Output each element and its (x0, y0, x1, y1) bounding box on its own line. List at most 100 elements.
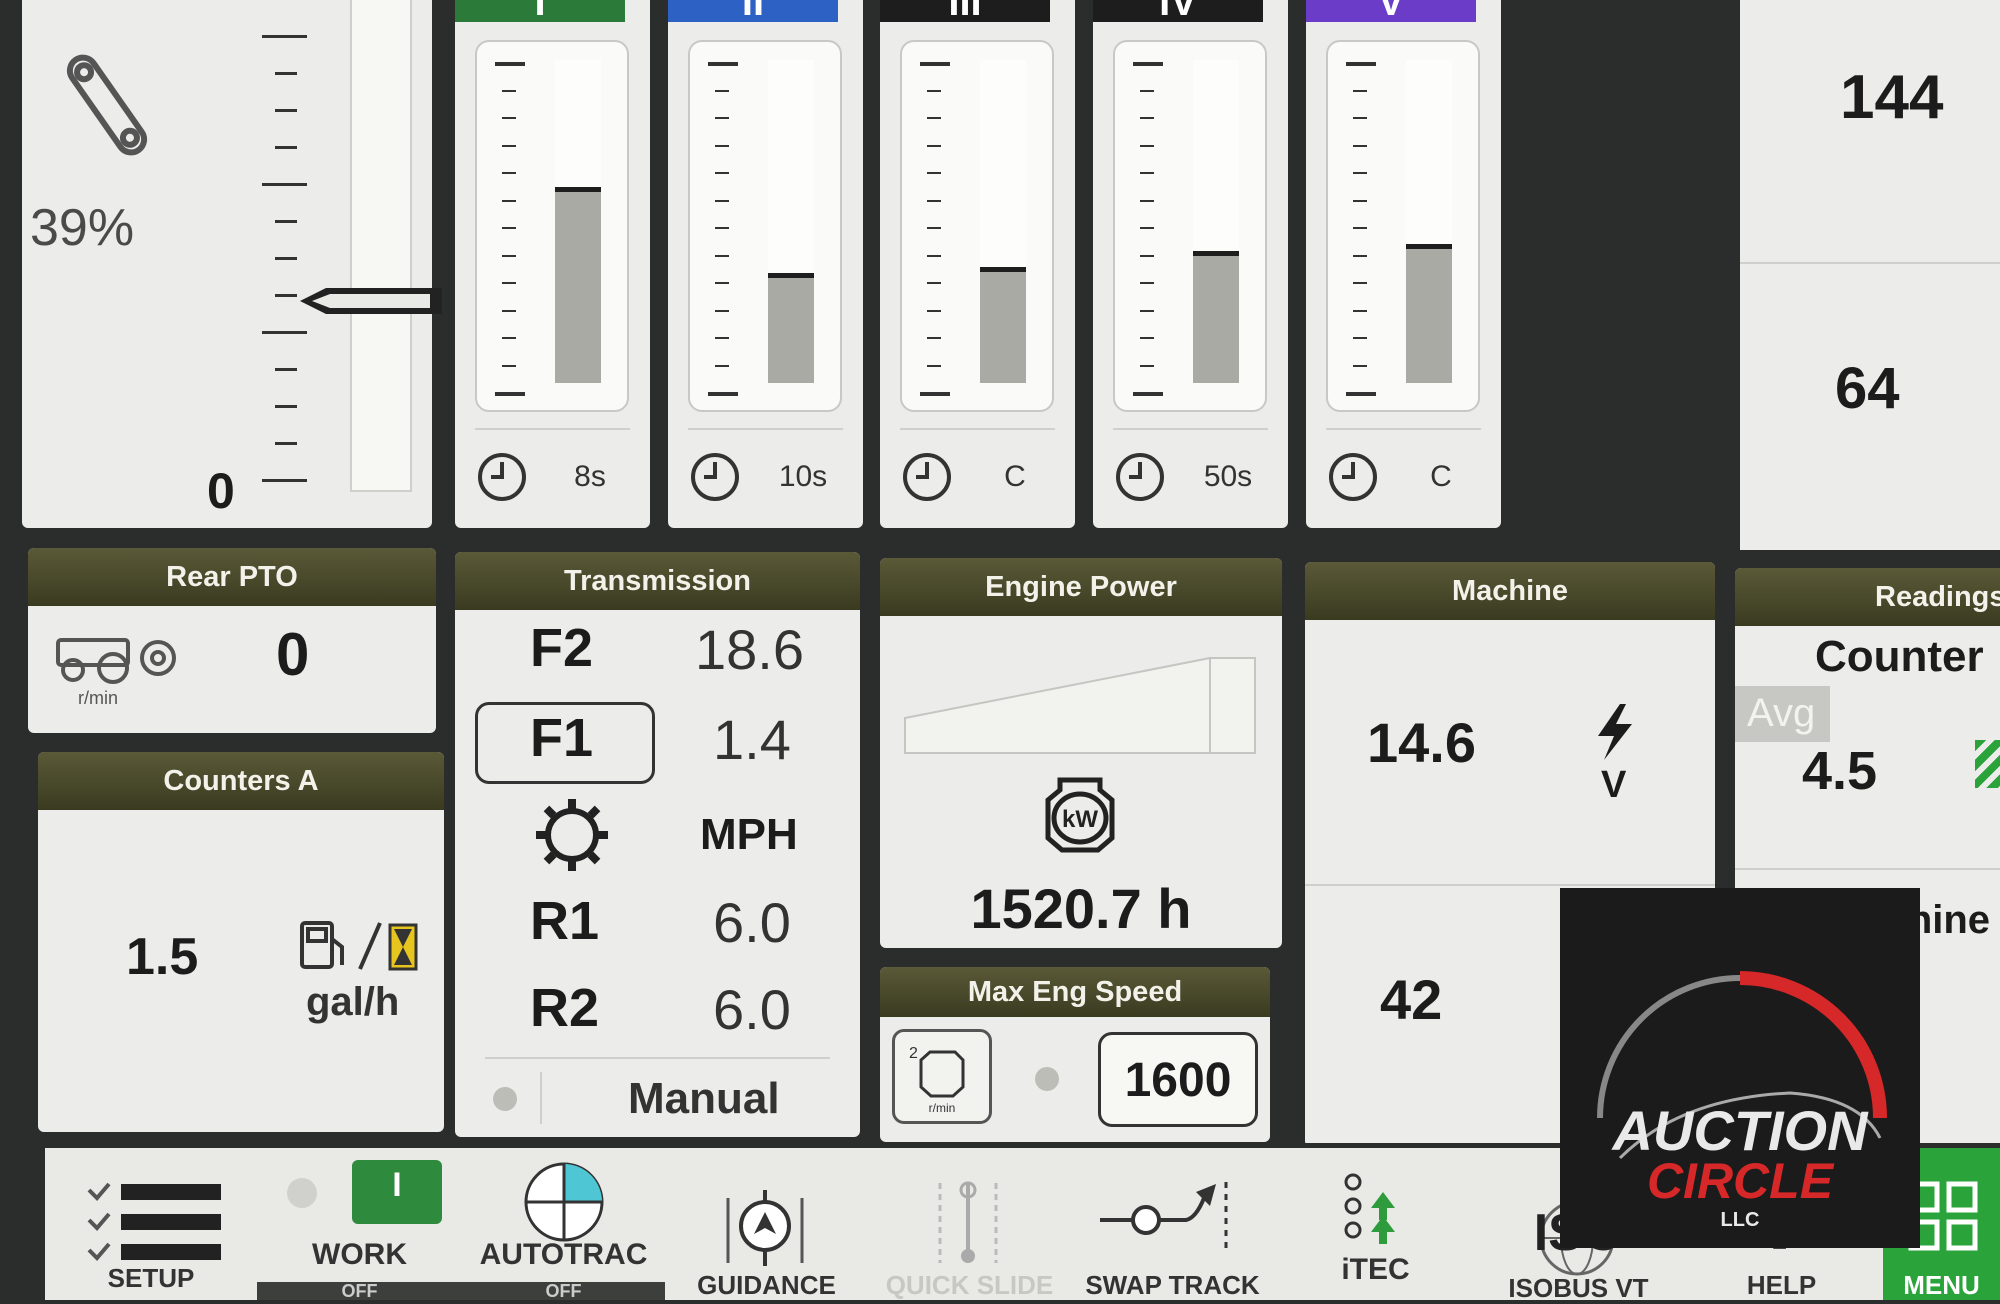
gauge-tick (1346, 392, 1376, 396)
gauge-tick (1353, 254, 1367, 257)
remote-valve-number: IV (1159, 0, 1197, 22)
remote-valve-tab: IV (1093, 0, 1263, 22)
gauge-tick (1140, 309, 1154, 312)
swap-track-button[interactable]: SWAP TRACK (1071, 1148, 1277, 1300)
remote-valve-2[interactable]: II 10s (668, 0, 863, 528)
valve-flow-gauge (1113, 40, 1267, 412)
scale-tick (262, 331, 307, 334)
gear-label: R2 (530, 978, 600, 1038)
right-top-panel: 144 64 (1740, 0, 2000, 550)
gauge-tick (715, 89, 729, 92)
right-top-value: 144 (1840, 63, 1944, 132)
timer-clock-icon (903, 453, 951, 501)
timer-clock-icon (478, 453, 526, 501)
remote-valve-number: I (534, 0, 546, 22)
scale-tick (275, 405, 297, 408)
gauge-tick (1353, 172, 1367, 174)
scale-tick (262, 35, 307, 38)
valve-flow-level (1193, 251, 1239, 383)
divider (485, 1057, 830, 1059)
guidance-button[interactable]: GUIDANCE (665, 1148, 871, 1300)
engine-power-panel[interactable]: Engine Power kW 1520.7 h (880, 558, 1282, 948)
isobus-label: ISOBUS VT (1508, 1273, 1649, 1303)
itec-label: iTEC (1341, 1253, 1410, 1286)
rear-pto-panel[interactable]: Rear PTO r/min 0 (28, 548, 436, 733)
gauge-tick (1140, 144, 1154, 147)
engine-kw-icon: kW (1045, 777, 1115, 853)
gauge-tick (927, 144, 941, 147)
gauge-tick (1140, 227, 1154, 229)
quick-slide-label: QUICK SLIDE (885, 1270, 1054, 1300)
help-label: HELP (1746, 1270, 1817, 1300)
throttle-zero-label: 0 (207, 463, 235, 519)
remote-valve-1[interactable]: I 8s (455, 0, 650, 528)
readings-counter-label: Counter (1815, 632, 1984, 681)
gauge-tick (502, 172, 516, 174)
setup-button[interactable]: SETUP (45, 1148, 260, 1300)
work-button[interactable]: I WORK OFF (257, 1148, 465, 1300)
gauge-tick (1353, 364, 1367, 367)
remote-valve-4[interactable]: IV 50s (1093, 0, 1288, 528)
gauge-tick (708, 392, 738, 396)
transmission-title: Transmission (455, 552, 860, 610)
gauge-tick (1140, 282, 1154, 284)
timer-clock-icon (1329, 453, 1377, 501)
gauge-tick (920, 392, 950, 396)
machine-title: Machine (1305, 562, 1715, 620)
max-speed-value: 1600 (1124, 1054, 1232, 1107)
timer-clock-icon (691, 453, 739, 501)
quick-slide-button[interactable]: QUICK SLIDE (868, 1148, 1074, 1300)
status-indicator (287, 1178, 317, 1208)
engine-speed-button[interactable]: 2 r/min (892, 1029, 992, 1124)
valve-timer: 10s (778, 460, 828, 493)
remote-valve-5[interactable]: VC (1306, 0, 1501, 528)
valve-flow-gauge (1326, 40, 1480, 412)
menu-label: MENU (1903, 1270, 1980, 1300)
gauge-tick (715, 227, 729, 229)
gauge-tick (1353, 89, 1367, 92)
gauge-tick (715, 282, 729, 284)
counters-a-unit: gal/h (306, 980, 400, 1024)
scale-tick (262, 183, 307, 186)
logo-line2: CIRCLE (1647, 1153, 1835, 1209)
autotrac-button[interactable]: AUTOTRAC OFF (462, 1148, 668, 1300)
counters-a-panel[interactable]: Counters A 1.5 gal/h (38, 752, 444, 1132)
autotrac-state: OFF (462, 1282, 665, 1300)
gauge-tick (1133, 62, 1163, 66)
remote-valve-tab: III (880, 0, 1050, 22)
gauge-tick (927, 254, 941, 257)
max-eng-speed-panel[interactable]: Max Eng Speed 2 r/min 1600 (880, 967, 1270, 1142)
avg-tab[interactable]: Avg (1735, 686, 1830, 742)
remote-valve-3[interactable]: III C (880, 0, 1075, 528)
gauge-tick (715, 254, 729, 257)
pressure-value: 42 (1380, 968, 1443, 1031)
wrench-icon (66, 54, 148, 156)
swap-track-label: SWAP TRACK (1085, 1270, 1260, 1300)
scale-tick (262, 479, 307, 482)
scale-tick (275, 109, 297, 112)
gauge-tick (502, 144, 516, 147)
work-state: OFF (257, 1282, 462, 1300)
itec-button[interactable]: iTEC (1274, 1148, 1480, 1300)
gauge-tick (927, 172, 941, 174)
divider (900, 428, 1055, 430)
divider (540, 1072, 542, 1124)
speedometer-logo-icon: AUCTION CIRCLE LLC (1597, 971, 1887, 1231)
gauge-tick (1353, 309, 1367, 312)
transmission-panel[interactable]: Transmission F2 18.6 F1 1.4 MPH R1 6.0 R… (455, 552, 860, 1137)
setup-list-icon (87, 1182, 221, 1261)
valve-timer: 8s (574, 460, 606, 493)
gear-label: F2 (530, 618, 594, 678)
throttle-percent: 39% (30, 199, 135, 257)
gauge-tick (1140, 172, 1154, 174)
valve-flow-level (980, 267, 1026, 383)
gauge-tick (502, 282, 516, 284)
gauge-tick (1353, 337, 1367, 339)
max-speed-field[interactable]: 1600 (1098, 1032, 1258, 1127)
readings-title: Readings (1735, 568, 2000, 626)
gauge-tick (715, 337, 729, 339)
quick-slide-icon (938, 1181, 998, 1263)
gauge-tick (715, 364, 729, 367)
avg-label: Avg (1747, 691, 1816, 735)
scale-tick (275, 368, 297, 371)
